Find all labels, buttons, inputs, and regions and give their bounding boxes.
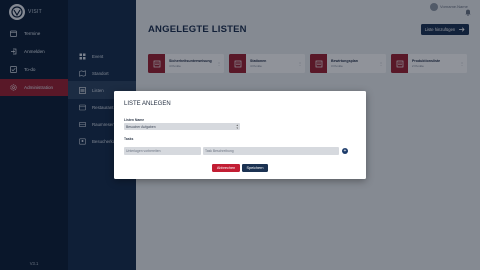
task-description-placeholder: Task Beschreibung	[205, 149, 234, 153]
dialog-title: LISTE ANLEGEN	[124, 101, 171, 107]
cancel-button-label: Abbrechen	[216, 166, 236, 170]
task-title-input[interactable]: Unterlagen vorbereiten	[124, 147, 201, 155]
app-window: VISIT Termine Anmelden To-do Administrat…	[0, 0, 480, 270]
task-description-input[interactable]: Task Beschreibung	[203, 147, 339, 155]
save-button[interactable]: Speichern	[242, 164, 268, 172]
select-arrows-icon: ▴ ▾	[236, 123, 238, 130]
create-list-dialog: LISTE ANLEGEN	[114, 91, 366, 179]
add-task-icon[interactable]: +	[342, 148, 348, 154]
tasks-label: Tasks	[124, 137, 134, 141]
list-name-select[interactable]: Besucher Aufgaben ▴ ▾	[124, 123, 240, 130]
cancel-button[interactable]: Abbrechen	[212, 164, 240, 172]
list-name-label: Listen Name	[124, 118, 145, 122]
task-title-value: Unterlagen vorbereiten	[126, 149, 161, 153]
save-button-label: Speichern	[246, 166, 264, 170]
list-name-value: Besucher Aufgaben	[126, 124, 156, 129]
